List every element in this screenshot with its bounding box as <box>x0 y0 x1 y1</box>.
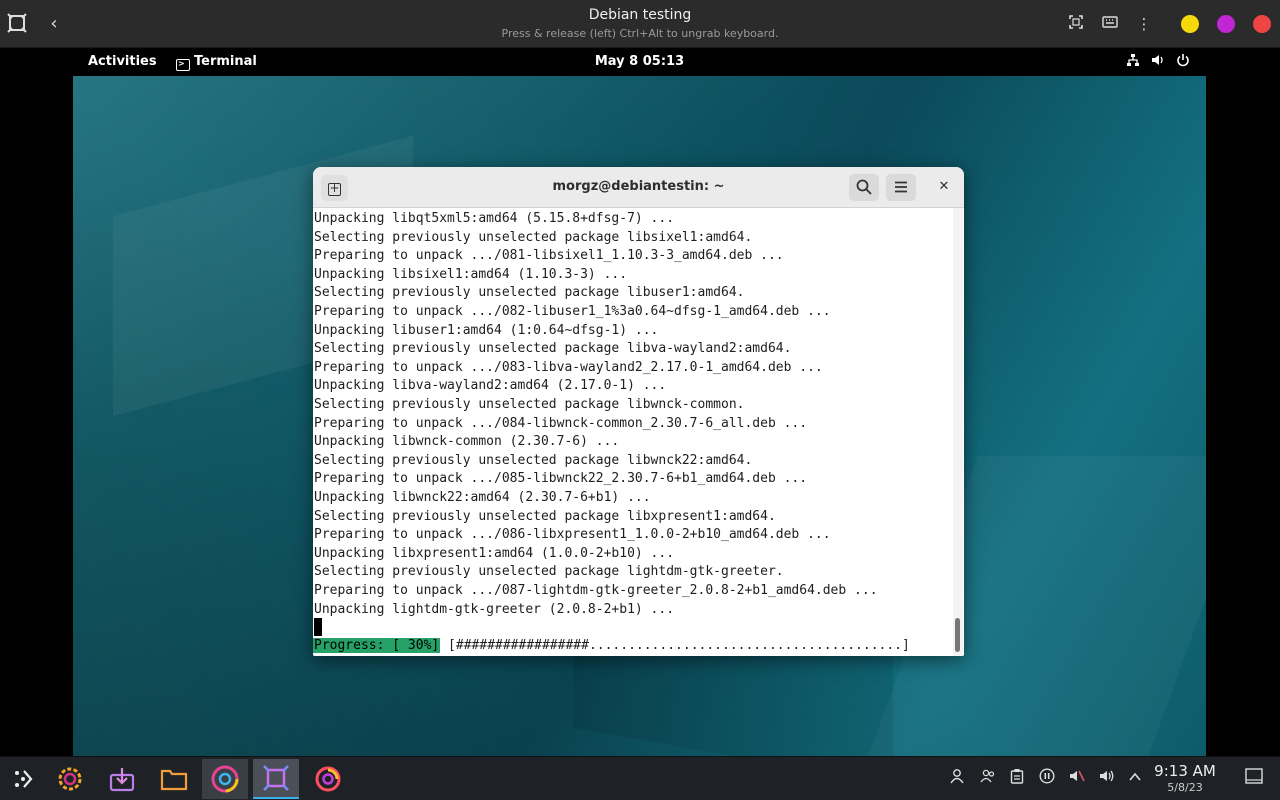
terminal-line: Unpacking libwnck22:amd64 (2.30.7-6+b1) … <box>314 490 651 505</box>
host-header-bar: ‹ Debian testing Press & release (left) … <box>0 0 1280 48</box>
app-launcher-button[interactable] <box>0 759 46 799</box>
terminal-line: Preparing to unpack .../082-libuser1_1%3… <box>314 304 831 319</box>
terminal-output[interactable]: Progress: [ 30%] [#################.....… <box>313 208 964 656</box>
host-window-subtitle: Press & release (left) Ctrl+Alt to ungra… <box>501 27 779 40</box>
terminal-line: Unpacking libuser1:amd64 (1:0.64~dfsg-1)… <box>314 322 659 338</box>
user-icon[interactable] <box>946 768 968 790</box>
taskbar-date[interactable]: 5/8/23 <box>1150 781 1220 794</box>
terminal-line: Unpacking libqt5xml5:amd64 (5.15.8+dfsg-… <box>314 211 675 226</box>
progress-label: Progress: [ 30%] <box>313 638 441 653</box>
text-cursor <box>314 618 322 636</box>
volume-icon[interactable] <box>1149 53 1167 71</box>
desktop-background: + morgz@debiantestin: ~ ✕ Progress: [ 30… <box>73 76 1206 756</box>
vm-display[interactable]: Activities > Terminal May 8 05:13 + morgz… <box>73 48 1206 756</box>
firefox-launcher[interactable] <box>305 759 351 799</box>
taskbar-time[interactable]: 9:13 AM <box>1150 762 1220 780</box>
close-icon: ✕ <box>938 179 950 194</box>
back-arrow-icon[interactable]: ‹ <box>44 12 64 36</box>
terminal-line: Unpacking lightdm-gtk-greeter (2.0.8-2+b… <box>314 601 675 617</box>
terminal-line: Preparing to unpack .../084-libwnck-comm… <box>314 415 808 431</box>
progress-bar-text: [#################......................… <box>440 638 910 653</box>
settings-launcher[interactable] <box>47 759 93 799</box>
terminal-line: Preparing to unpack .../087-lightdm-gtk-… <box>314 583 878 598</box>
keyboard-icon[interactable] <box>1099 13 1121 35</box>
kebab-menu-icon[interactable]: ⋮ <box>1133 13 1155 35</box>
tray-expand-icon[interactable] <box>1124 768 1146 790</box>
minimize-dot[interactable] <box>1181 15 1199 33</box>
gear-icon <box>58 767 82 791</box>
power-icon[interactable] <box>1174 53 1192 71</box>
firefox-icon <box>315 766 341 792</box>
apt-progress-row: Progress: [ 30%] [#################.....… <box>313 636 910 655</box>
terminal-line: Selecting previously unselected package … <box>314 341 792 357</box>
terminal-line: Unpacking libva-wayland2:amd64 (2.17.0-1… <box>314 378 667 394</box>
close-dot[interactable] <box>1253 15 1271 33</box>
folder-icon <box>160 769 188 791</box>
host-window-title: Debian testing <box>588 7 692 23</box>
launcher-icon <box>15 770 33 788</box>
speaker-volume-icon[interactable] <box>1096 768 1118 790</box>
terminal-headerbar: + morgz@debiantestin: ~ ✕ <box>313 167 964 208</box>
hamburger-menu-button[interactable] <box>886 174 916 201</box>
scrollbar-track[interactable] <box>953 208 963 656</box>
boxes-app-icon[interactable] <box>6 12 28 34</box>
terminal-line: Unpacking libsixel1:amd64 (1.10.3-3) ... <box>314 266 628 282</box>
show-desktop-icon[interactable] <box>1243 768 1265 790</box>
gnome-top-panel: Activities > Terminal May 8 05:13 <box>73 48 1206 76</box>
microphone-muted-icon[interactable] <box>1066 768 1088 790</box>
boxes-launcher[interactable] <box>253 759 299 799</box>
clipboard-icon[interactable] <box>1006 768 1028 790</box>
terminal-line: Selecting previously unselected package … <box>314 452 753 468</box>
terminal-line: Preparing to unpack .../086-libxpresent1… <box>314 527 831 543</box>
files-launcher[interactable] <box>151 759 197 799</box>
media-pause-icon[interactable] <box>1036 768 1058 790</box>
hamburger-icon <box>895 181 907 193</box>
search-button[interactable] <box>849 174 879 201</box>
boxes-icon <box>263 765 289 791</box>
terminal-line: Selecting previously unselected package … <box>314 397 745 412</box>
software-center-icon <box>109 768 135 792</box>
discover-launcher[interactable] <box>99 759 145 799</box>
terminal-line: Preparing to unpack .../081-libsixel1_1.… <box>314 248 784 264</box>
panel-clock[interactable]: May 8 05:13 <box>73 54 1206 69</box>
terminal-line: Selecting previously unselected package … <box>314 508 776 524</box>
host-taskbar: 9:13 AM 5/8/23 <box>0 756 1280 800</box>
users-switch-icon[interactable] <box>977 768 999 790</box>
terminal-line: Preparing to unpack .../083-libva-waylan… <box>314 359 823 375</box>
terminal-line: Selecting previously unselected package … <box>314 285 745 301</box>
terminal-line: Selecting previously unselected package … <box>314 564 784 580</box>
terminal-line: Unpacking libwnck-common (2.30.7-6) ... <box>314 434 620 450</box>
scrollbar-thumb[interactable] <box>955 618 960 652</box>
terminal-line: Preparing to unpack .../085-libwnck22_2.… <box>314 471 808 487</box>
terminal-window[interactable]: + morgz@debiantestin: ~ ✕ Progress: [ 30… <box>313 167 964 656</box>
chrome-icon <box>211 765 239 793</box>
close-window-button[interactable]: ✕ <box>933 175 955 199</box>
maximize-dot[interactable] <box>1217 15 1235 33</box>
terminal-line: Selecting previously unselected package … <box>314 229 753 245</box>
chrome-launcher[interactable] <box>202 759 248 799</box>
terminal-line: Unpacking libxpresent1:amd64 (1.0.0-2+b1… <box>314 545 675 561</box>
search-icon <box>856 179 872 195</box>
fullscreen-icon[interactable] <box>1065 13 1087 35</box>
network-icon[interactable] <box>1124 53 1142 71</box>
